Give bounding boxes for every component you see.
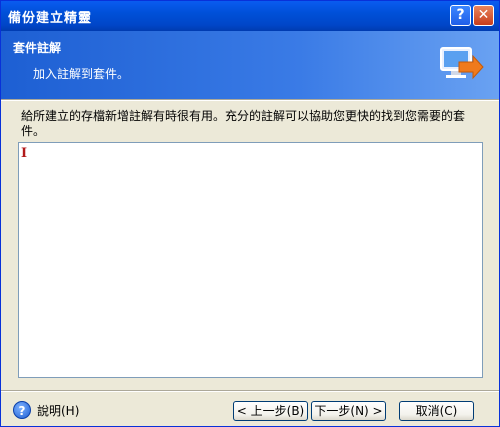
page-subtitle: 加入註解到套件。 bbox=[33, 67, 130, 81]
wizard-window: 備份建立精靈 ? ✕ 套件註解 加入註解到套件。 給所建立的存檔新增註解有時很有… bbox=[0, 0, 500, 427]
cancel-button[interactable]: 取消(C) bbox=[399, 401, 474, 421]
footer-separator bbox=[1, 390, 499, 392]
help-icon: ? bbox=[13, 401, 31, 419]
next-button[interactable]: 下一步(N) > bbox=[311, 401, 386, 421]
text-cursor: I bbox=[21, 146, 28, 161]
title-bar[interactable]: 備份建立精靈 ? ✕ bbox=[1, 1, 499, 31]
page-title: 套件註解 bbox=[13, 41, 62, 55]
monitor-arrow-icon bbox=[440, 47, 484, 80]
close-button[interactable]: ✕ bbox=[473, 5, 494, 26]
window-title: 備份建立精靈 bbox=[8, 11, 93, 26]
help-button[interactable]: ? 說明(H) bbox=[13, 400, 79, 420]
help-label: 說明(H) bbox=[37, 403, 80, 418]
wizard-header: 套件註解 加入註解到套件。 bbox=[1, 31, 499, 99]
description-text: 給所建立的存檔新增註解有時很有用。充分的註解可以協助您更快的找到您需要的套件。 bbox=[21, 109, 466, 138]
comment-textarea[interactable]: I bbox=[18, 142, 483, 378]
header-separator bbox=[1, 99, 499, 101]
back-button[interactable]: < 上一步(B) bbox=[233, 401, 308, 421]
titlebar-help-button[interactable]: ? bbox=[450, 5, 471, 26]
